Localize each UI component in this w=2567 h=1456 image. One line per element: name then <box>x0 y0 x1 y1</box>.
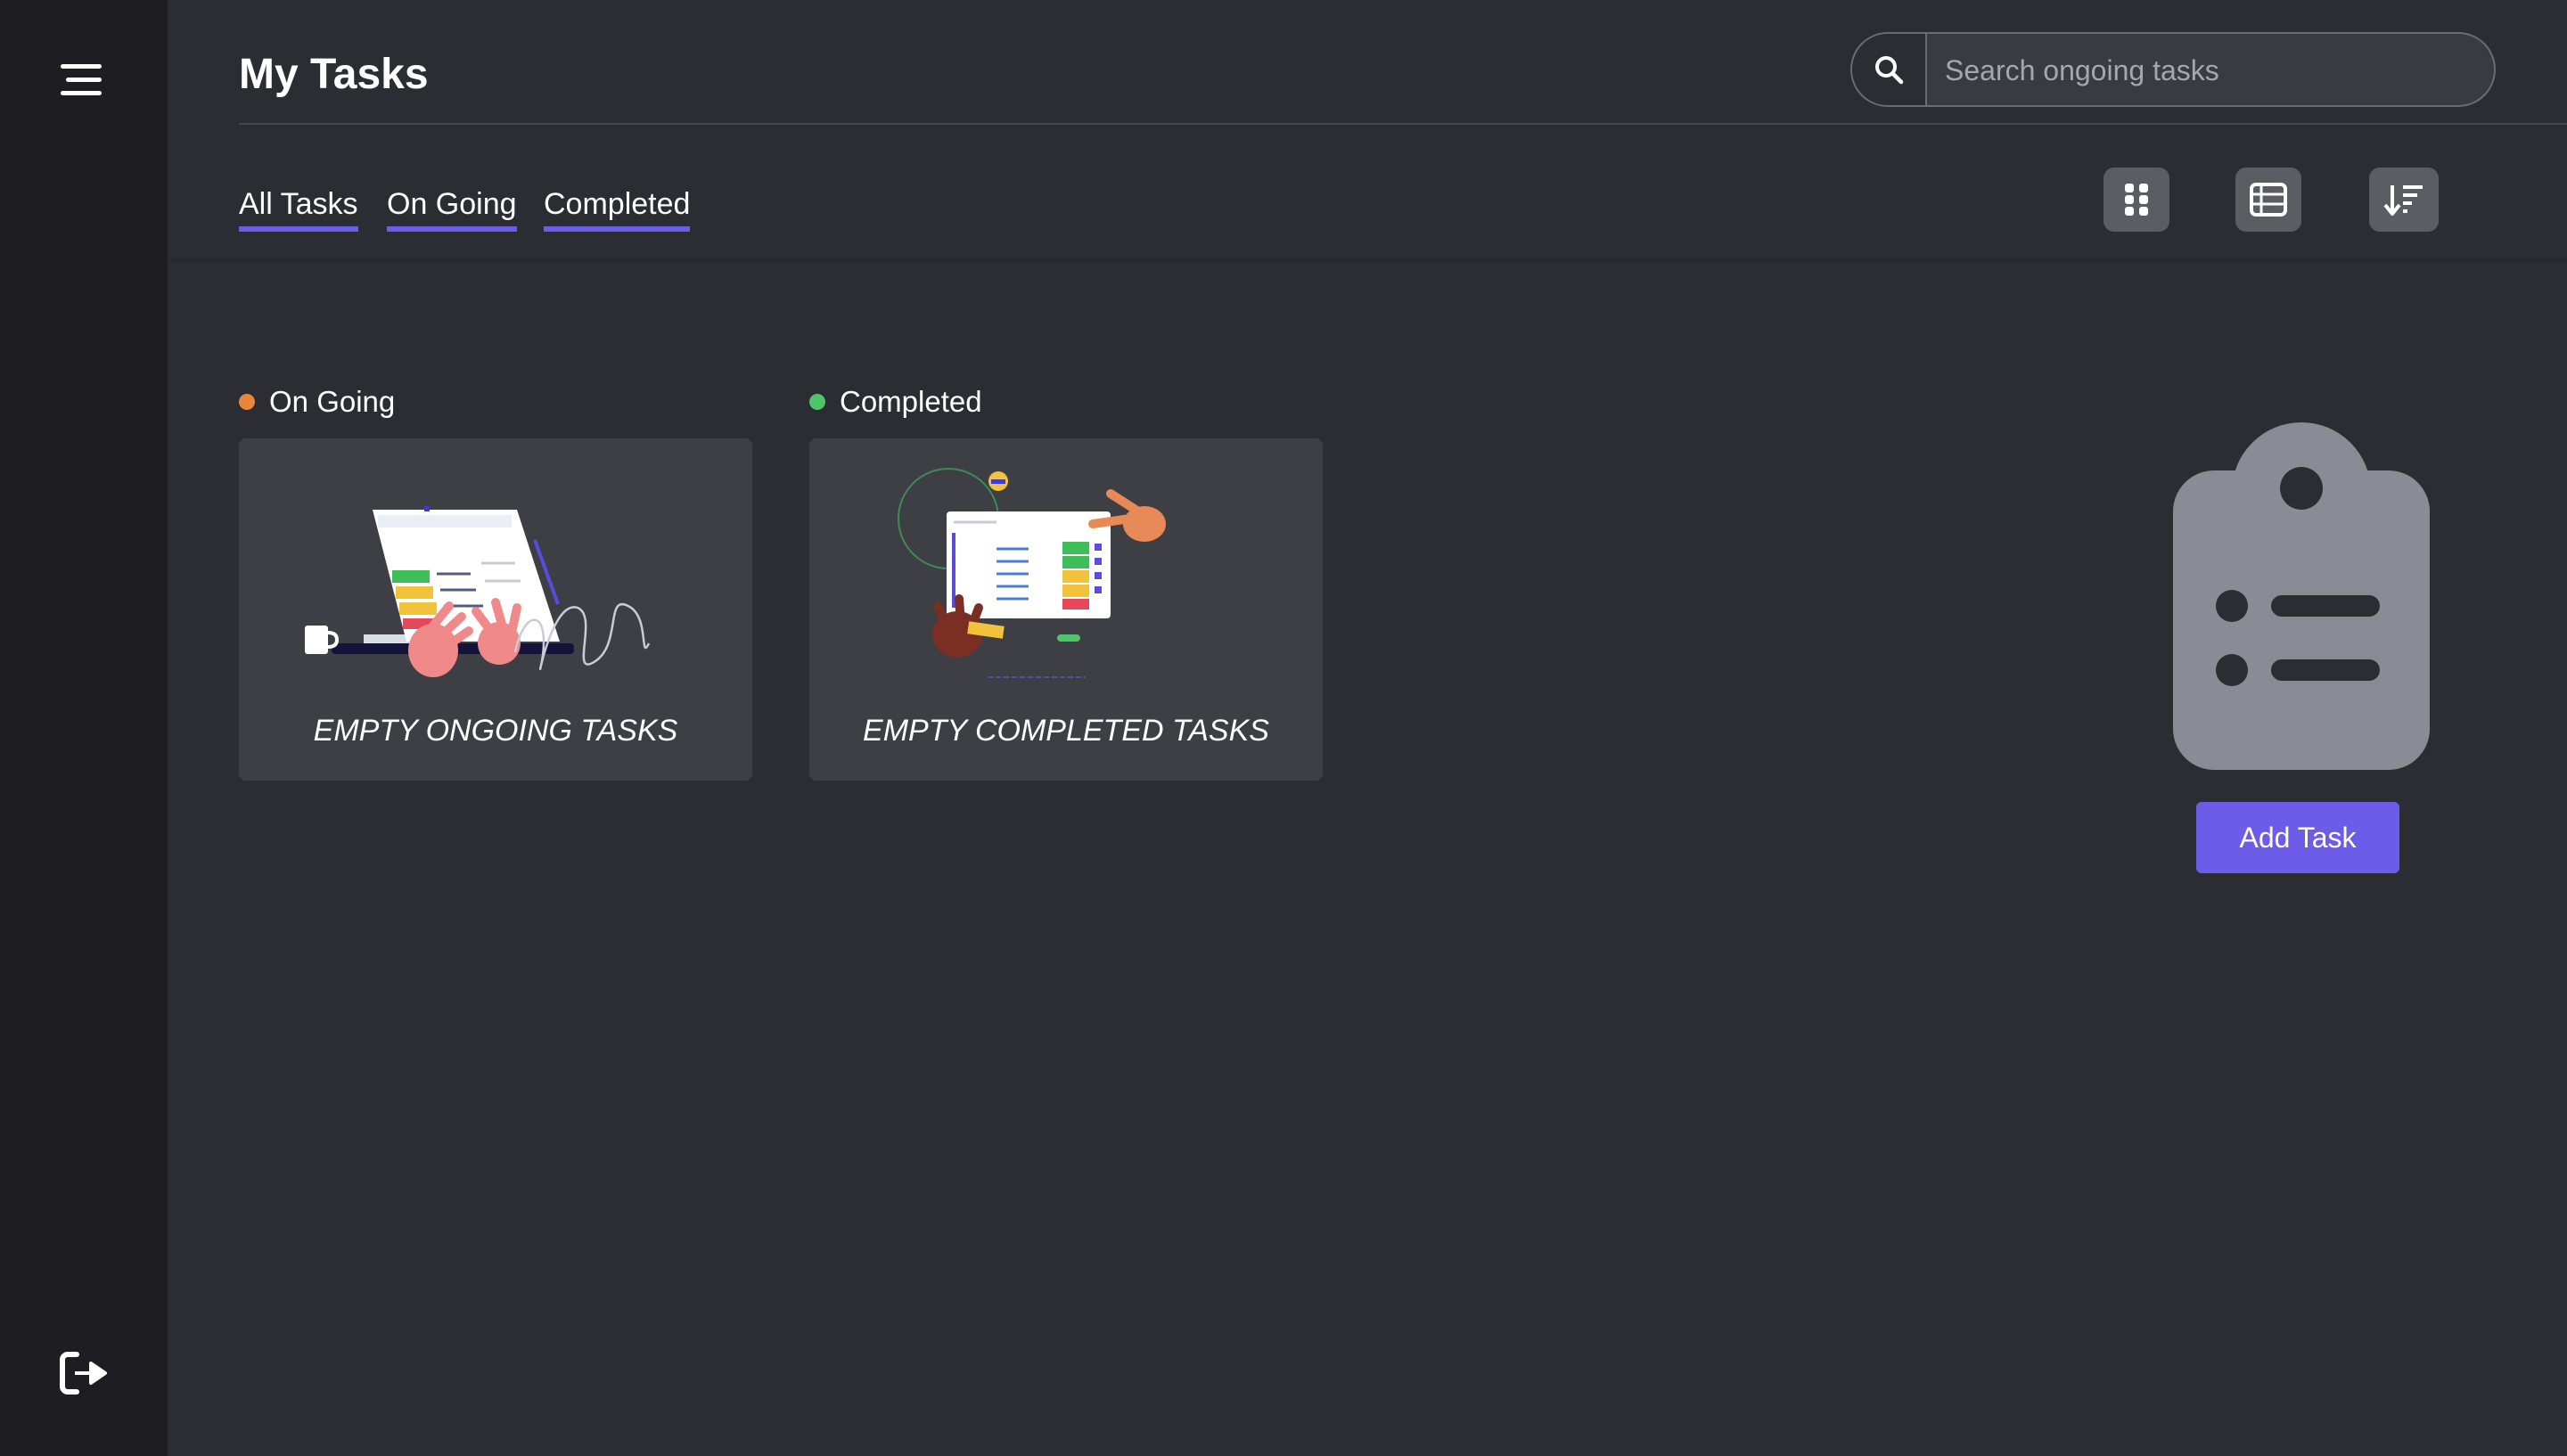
page-title: My Tasks <box>239 51 429 98</box>
completed-status-dot <box>809 394 825 410</box>
completed-empty-text: EMPTY COMPLETED TASKS <box>863 714 1269 748</box>
ongoing-empty-text: EMPTY ONGOING TASKS <box>313 714 678 748</box>
header-divider <box>239 123 2567 125</box>
ongoing-section-title: On Going <box>269 385 396 418</box>
typing-laptop-illustration <box>305 506 651 677</box>
tab-all-tasks[interactable]: All Tasks <box>239 184 358 232</box>
ongoing-empty-card: EMPTY ONGOING TASKS <box>239 438 752 781</box>
toolbar-divider <box>168 258 2567 264</box>
tab-on-going[interactable]: On Going <box>387 184 517 232</box>
completed-section-title: Completed <box>840 385 982 418</box>
sort-icon <box>2383 185 2423 216</box>
logout-button[interactable] <box>59 1349 109 1397</box>
clipboard-list-icon <box>2173 422 2430 770</box>
search-button[interactable] <box>1852 34 1927 105</box>
menu-icon <box>61 64 102 95</box>
ongoing-status-dot <box>239 394 255 410</box>
sort-button[interactable] <box>2369 168 2439 232</box>
ongoing-section-label: On Going <box>239 383 395 421</box>
search-icon <box>1875 56 1904 85</box>
main-content: My Tasks All Tasks On Going Completed <box>168 0 2567 1456</box>
sidebar <box>0 0 168 1456</box>
grid-icon <box>2125 184 2148 216</box>
search-bar <box>1850 32 2496 107</box>
grid-view-button[interactable] <box>2104 168 2169 232</box>
search-input[interactable] <box>1929 34 2494 105</box>
list-icon <box>2250 183 2287 217</box>
completed-section-label: Completed <box>809 383 982 421</box>
tab-completed[interactable]: Completed <box>544 184 691 232</box>
logout-icon <box>60 1352 107 1395</box>
checklist-board-illustration <box>898 468 1166 678</box>
completed-empty-card: EMPTY COMPLETED TASKS <box>809 438 1323 781</box>
add-task-button[interactable]: Add Task <box>2196 802 2399 873</box>
list-view-button[interactable] <box>2235 168 2301 232</box>
menu-button[interactable] <box>59 61 103 100</box>
